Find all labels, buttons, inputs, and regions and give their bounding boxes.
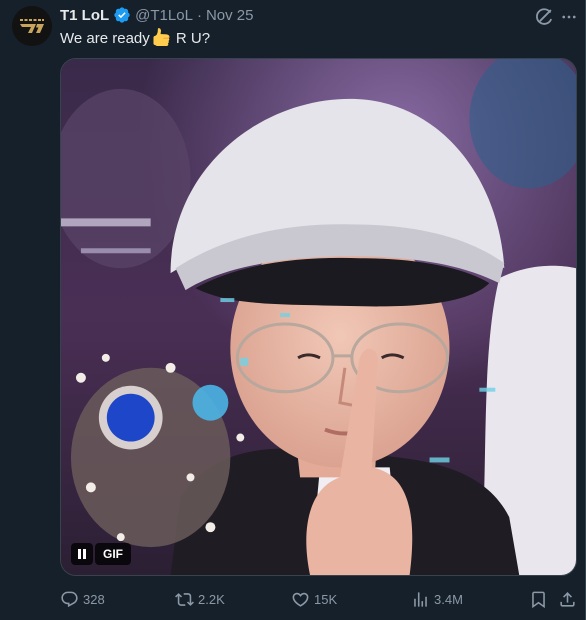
tweet-header: T1 LoL @T1LoL · Nov 25 (60, 5, 253, 25)
repost-count: 2.2K (198, 591, 225, 607)
reply-count: 328 (83, 591, 105, 607)
share-icon (560, 591, 575, 607)
verified-badge-icon[interactable] (113, 6, 131, 24)
repost-button[interactable]: 2.2K (175, 586, 225, 612)
gif-label: GIF (95, 543, 131, 565)
thumbs-up-icon (152, 28, 170, 46)
share-button[interactable] (558, 586, 577, 612)
reply-button[interactable]: 328 (60, 586, 105, 612)
views-icon (414, 591, 427, 607)
tweet-text-main: We are ready (60, 30, 150, 47)
reply-icon (61, 591, 78, 607)
gif-badge[interactable]: GIF (71, 543, 131, 565)
gif-media[interactable]: GIF (60, 58, 577, 576)
tweet-text: We are ready R U? (60, 28, 210, 49)
tweet-timestamp[interactable]: Nov 25 (206, 7, 254, 24)
t1-logo-icon (12, 6, 52, 46)
repost-icon (175, 592, 194, 606)
tweet-card[interactable]: T1 LoL @T1LoL · Nov 25 We are ready R U? (0, 0, 586, 620)
header-separator: · (196, 6, 202, 24)
more-icon[interactable] (559, 6, 579, 28)
like-button[interactable]: 15K (291, 586, 337, 612)
views-count: 3.4M (434, 591, 463, 607)
bookmark-icon (532, 591, 545, 608)
bookmark-button[interactable] (529, 586, 548, 612)
pause-icon[interactable] (71, 543, 93, 565)
views-button[interactable]: 3.4M (411, 586, 463, 612)
avatar[interactable] (12, 6, 52, 46)
display-name[interactable]: T1 LoL (60, 7, 109, 24)
author-handle[interactable]: @T1LoL (135, 7, 193, 24)
tweet-text-tail: R U? (171, 30, 211, 47)
action-bar: 328 2.2K 15K 3.4M (60, 586, 580, 612)
like-count: 15K (314, 591, 338, 607)
gif-frame-image (61, 59, 576, 575)
grok-icon[interactable] (533, 6, 555, 28)
like-icon (292, 592, 309, 607)
